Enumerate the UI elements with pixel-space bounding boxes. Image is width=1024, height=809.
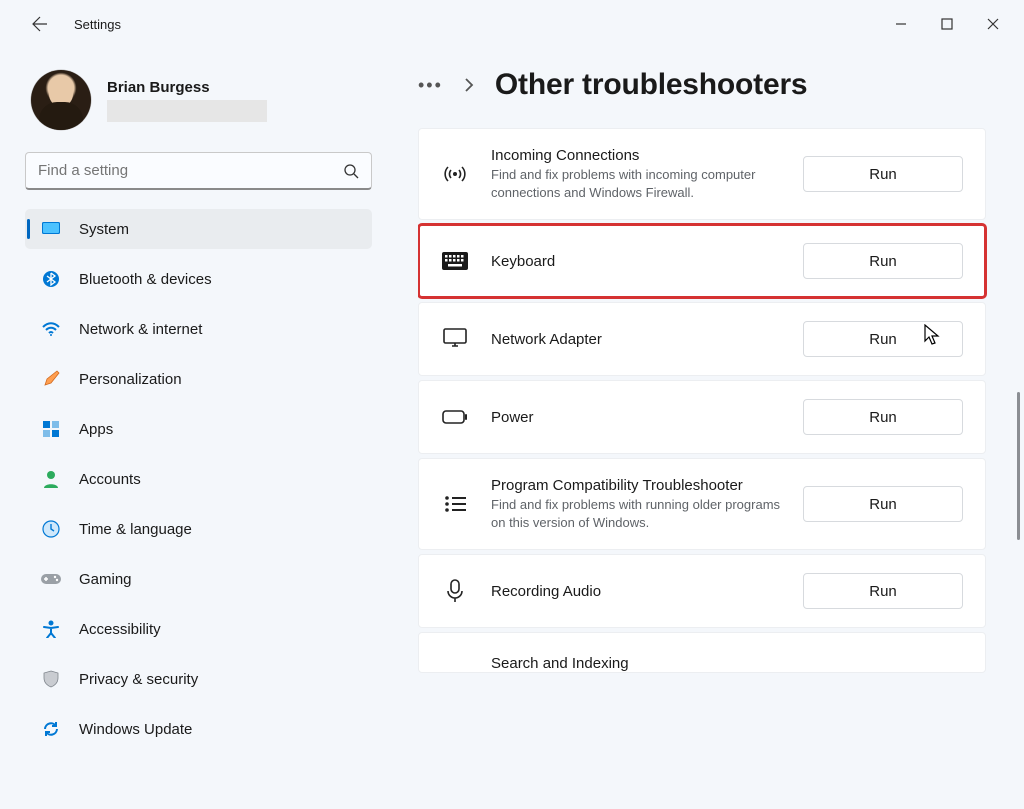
sidebar-item-accounts[interactable]: Accounts <box>25 459 372 499</box>
sidebar-item-update[interactable]: Windows Update <box>25 709 372 749</box>
brush-icon <box>41 369 61 389</box>
system-icon <box>41 219 61 239</box>
troubleshooter-desc: Find and fix problems with incoming comp… <box>491 166 781 201</box>
sidebar-item-bluetooth[interactable]: Bluetooth & devices <box>25 259 372 299</box>
microphone-icon <box>441 579 469 603</box>
troubleshooter-title: Search and Indexing <box>491 655 963 672</box>
sidebar-item-system[interactable]: System <box>25 209 372 249</box>
sidebar-item-label: Gaming <box>79 571 132 588</box>
apps-icon <box>41 419 61 439</box>
profile-info: Brian Burgess <box>107 79 267 122</box>
search-input[interactable] <box>38 162 343 179</box>
troubleshooter-keyboard: Keyboard Run <box>418 224 986 298</box>
titlebar: Settings <box>0 0 1024 48</box>
sidebar-item-label: Privacy & security <box>79 671 198 688</box>
avatar <box>31 70 91 130</box>
nav-list: System Bluetooth & devices Network & int… <box>25 204 372 754</box>
wifi-icon <box>41 319 61 339</box>
update-icon <box>41 719 61 739</box>
run-button[interactable]: Run <box>803 399 963 435</box>
breadcrumb: ••• Other troubleshooters <box>418 68 996 102</box>
scrollbar[interactable] <box>1017 392 1020 540</box>
sidebar-item-gaming[interactable]: Gaming <box>25 559 372 599</box>
arrow-left-icon <box>32 16 48 32</box>
person-icon <box>41 469 61 489</box>
page-title: Other troubleshooters <box>495 68 808 102</box>
chevron-right-icon <box>461 78 477 92</box>
troubleshooter-desc: Find and fix problems with running older… <box>491 496 781 531</box>
profile-email-redacted <box>107 100 267 122</box>
troubleshooter-recording-audio: Recording Audio Run <box>418 554 986 628</box>
shield-icon <box>41 669 61 689</box>
sidebar-item-label: Network & internet <box>79 321 202 338</box>
minimize-icon <box>895 18 907 30</box>
sidebar-item-time[interactable]: Time & language <box>25 509 372 549</box>
sidebar-item-label: Windows Update <box>79 721 192 738</box>
profile-section[interactable]: Brian Burgess <box>25 70 372 148</box>
battery-icon <box>441 409 469 425</box>
breadcrumb-overflow[interactable]: ••• <box>418 75 443 96</box>
back-button[interactable] <box>28 12 52 36</box>
sidebar-item-label: System <box>79 221 129 238</box>
app-title: Settings <box>74 17 121 32</box>
sidebar-item-label: Time & language <box>79 521 192 538</box>
run-button[interactable]: Run <box>803 156 963 192</box>
bluetooth-icon <box>41 269 61 289</box>
run-button[interactable]: Run <box>803 486 963 522</box>
minimize-button[interactable] <box>878 8 924 40</box>
window-controls <box>878 8 1016 40</box>
clock-icon <box>41 519 61 539</box>
troubleshooter-title: Network Adapter <box>491 331 781 348</box>
close-icon <box>987 18 999 30</box>
troubleshooter-compatibility: Program Compatibility Troubleshooter Fin… <box>418 458 986 550</box>
troubleshooter-incoming-connections: Incoming Connections Find and fix proble… <box>418 128 986 220</box>
close-button[interactable] <box>970 8 1016 40</box>
sidebar-item-network[interactable]: Network & internet <box>25 309 372 349</box>
sidebar-item-accessibility[interactable]: Accessibility <box>25 609 372 649</box>
troubleshooter-title: Program Compatibility Troubleshooter <box>491 477 781 494</box>
sidebar-item-apps[interactable]: Apps <box>25 409 372 449</box>
monitor-icon <box>441 328 469 350</box>
accessibility-icon <box>41 619 61 639</box>
sidebar-item-label: Accounts <box>79 471 141 488</box>
troubleshooter-title: Power <box>491 409 781 426</box>
sidebar-item-label: Bluetooth & devices <box>79 271 212 288</box>
sidebar-item-label: Accessibility <box>79 621 161 638</box>
troubleshooter-title: Recording Audio <box>491 583 781 600</box>
antenna-icon <box>441 163 469 185</box>
profile-name: Brian Burgess <box>107 79 267 96</box>
troubleshooter-title: Incoming Connections <box>491 147 781 164</box>
run-button[interactable]: Run <box>803 573 963 609</box>
search-icon <box>343 163 359 179</box>
sidebar: Brian Burgess System Bluetooth & devices… <box>0 48 390 809</box>
sidebar-item-label: Apps <box>79 421 113 438</box>
list-icon <box>441 495 469 513</box>
gaming-icon <box>41 569 61 589</box>
troubleshooter-search-indexing: Search and Indexing <box>418 632 986 673</box>
search-box[interactable] <box>25 152 372 190</box>
sidebar-item-label: Personalization <box>79 371 182 388</box>
sidebar-item-personalization[interactable]: Personalization <box>25 359 372 399</box>
maximize-icon <box>941 18 953 30</box>
keyboard-icon <box>441 252 469 270</box>
sidebar-item-privacy[interactable]: Privacy & security <box>25 659 372 699</box>
troubleshooter-power: Power Run <box>418 380 986 454</box>
troubleshooter-title: Keyboard <box>491 253 781 270</box>
maximize-button[interactable] <box>924 8 970 40</box>
troubleshooter-network-adapter: Network Adapter Run <box>418 302 986 376</box>
content: ••• Other troubleshooters Incoming Conne… <box>390 48 1024 809</box>
run-button[interactable]: Run <box>803 243 963 279</box>
run-button[interactable]: Run <box>803 321 963 357</box>
troubleshooter-list: Incoming Connections Find and fix proble… <box>418 128 996 673</box>
